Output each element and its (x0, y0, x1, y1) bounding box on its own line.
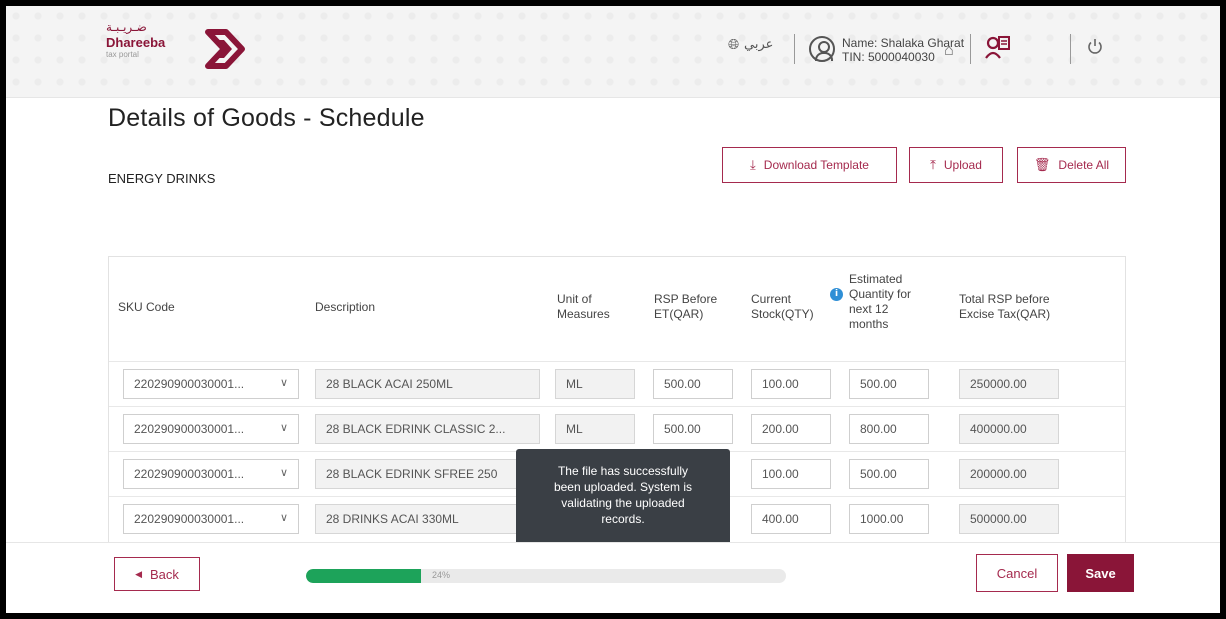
toast-line: The file has successfully (557, 464, 689, 478)
header-est-line3: next 12 (849, 302, 889, 316)
sku-select[interactable]: 220290900030001... ∨ (123, 459, 299, 489)
toast-line: been uploaded. System is (553, 480, 693, 494)
stock-input[interactable]: 100.00 (751, 369, 831, 399)
header-total-line2: Excise Tax(QAR) (959, 307, 1051, 321)
estimated-input[interactable]: 500.00 (849, 459, 929, 489)
download-icon: ⤓ (750, 157, 756, 172)
power-icon[interactable] (1086, 38, 1104, 56)
sku-select[interactable]: 220290900030001... ∨ (123, 504, 299, 534)
header-stock-line2: Stock(QTY) (751, 307, 814, 321)
header-divider (1070, 34, 1071, 64)
header-unit: Unit of Measures (557, 292, 610, 322)
description-field: 28 BLACK EDRINK CLASSIC 2... (315, 414, 540, 444)
header-unit-line2: Measures (557, 307, 610, 321)
stock-input[interactable]: 200.00 (751, 414, 831, 444)
delete-all-button[interactable]: 🗑︎ Delete All (1017, 147, 1126, 183)
header-total: Total RSP before Excise Tax(QAR) (959, 292, 1050, 322)
save-button[interactable]: Save (1067, 554, 1134, 592)
header-bar: ضـريـبـة Dhareeba tax portal 🌐︎ عربي Nam… (6, 6, 1220, 98)
header-total-line1: Total RSP before (959, 292, 1050, 306)
header-est-line4: months (849, 317, 889, 331)
download-template-label: Download Template (763, 158, 869, 172)
sku-value: 220290900030001... (134, 377, 245, 391)
total-field: 200000.00 (959, 459, 1059, 489)
logo-mark-icon (205, 29, 245, 69)
upload-label: Upload (943, 158, 982, 172)
language-toggle[interactable]: عربي (744, 37, 773, 52)
table-row: 220290900030001... ∨ 28 BLACK ACAI 250ML … (109, 361, 1125, 406)
back-label: Back (150, 566, 179, 582)
home-icon[interactable]: ⌂ (944, 42, 954, 60)
sku-value: 220290900030001... (134, 422, 245, 436)
logo-english-text: Dhareeba (106, 35, 166, 50)
table-row: 220290900030001... ∨ 28 BLACK EDRINK CLAS… (109, 406, 1125, 451)
upload-icon: ⤒ (930, 157, 936, 172)
unit-field: ML (555, 414, 635, 444)
caret-left-icon: ◀ (135, 568, 142, 579)
page-title: Details of Goods - Schedule (108, 104, 425, 132)
upload-button[interactable]: ⤒ Upload (909, 147, 1003, 183)
chevron-down-icon: ∨ (279, 377, 288, 389)
header-est-line1: Estimated (849, 272, 903, 286)
sku-value: 220290900030001... (134, 467, 245, 481)
header-rsp-line2: ET(QAR) (654, 307, 704, 321)
header-divider (794, 34, 795, 64)
back-button[interactable]: ◀ Back (114, 557, 200, 591)
info-icon[interactable]: i (830, 288, 843, 301)
upload-toast: The file has successfully been uploaded.… (516, 449, 730, 547)
unit-field: ML (555, 369, 635, 399)
total-field: 250000.00 (959, 369, 1059, 399)
sku-select[interactable]: 220290900030001... ∨ (123, 414, 299, 444)
progress-fill (306, 569, 422, 583)
header-rsp: RSP Before ET(QAR) (654, 292, 717, 322)
toast-line: records. (601, 512, 645, 526)
total-field: 400000.00 (959, 414, 1059, 444)
section-label: ENERGY DRINKS (108, 171, 216, 186)
logo[interactable]: ضـريـبـة Dhareeba tax portal (106, 20, 165, 59)
logo-subtitle: tax portal (106, 50, 139, 59)
delete-all-label: Delete All (1058, 158, 1110, 172)
toast-line: validating the uploaded (561, 496, 685, 510)
description-field: 28 BLACK EDRINK SFREE 250 (315, 459, 540, 489)
header-divider (970, 34, 971, 64)
progress-label: 24% (432, 570, 451, 580)
sku-value: 220290900030001... (134, 512, 245, 526)
globe-icon[interactable]: 🌐︎ (728, 36, 739, 53)
estimated-input[interactable]: 800.00 (849, 414, 929, 444)
stock-input[interactable]: 100.00 (751, 459, 831, 489)
header-est-line2: Quantity for (849, 287, 912, 301)
estimated-input[interactable]: 1000.00 (849, 504, 929, 534)
cancel-button[interactable]: Cancel (976, 554, 1058, 592)
upload-progress-bar: 24% (306, 569, 786, 583)
download-template-button[interactable]: ⤓ Download Template (722, 147, 897, 183)
total-field: 500000.00 (959, 504, 1059, 534)
estimated-input[interactable]: 500.00 (849, 369, 929, 399)
app-frame: ضـريـبـة Dhareeba tax portal 🌐︎ عربي Nam… (6, 6, 1220, 613)
header-stock: Current Stock(QTY) (751, 292, 814, 322)
sku-select[interactable]: 220290900030001... ∨ (123, 369, 299, 399)
user-profile-icon[interactable] (984, 34, 1012, 62)
header-estimated: Estimated Quantity for next 12 months (849, 272, 911, 332)
user-avatar-icon[interactable] (809, 36, 835, 62)
description-field: 28 DRINKS ACAI 330ML (315, 504, 540, 534)
chevron-down-icon: ∨ (279, 467, 288, 479)
header-description: Description (315, 300, 376, 314)
chevron-down-icon: ∨ (279, 422, 288, 434)
stock-input[interactable]: 400.00 (751, 504, 831, 534)
header-stock-line1: Current (751, 292, 792, 306)
trash-icon: 🗑︎ (1033, 157, 1051, 172)
header-unit-line1: Unit of (557, 292, 592, 306)
description-field: 28 BLACK ACAI 250ML (315, 369, 540, 399)
header-rsp-line1: RSP Before (654, 292, 718, 306)
rsp-input[interactable]: 500.00 (653, 414, 733, 444)
chevron-down-icon: ∨ (279, 512, 288, 524)
header-sku: SKU Code (118, 300, 175, 314)
rsp-input[interactable]: 500.00 (653, 369, 733, 399)
logo-arabic-text: ضـريـبـة (106, 20, 147, 34)
